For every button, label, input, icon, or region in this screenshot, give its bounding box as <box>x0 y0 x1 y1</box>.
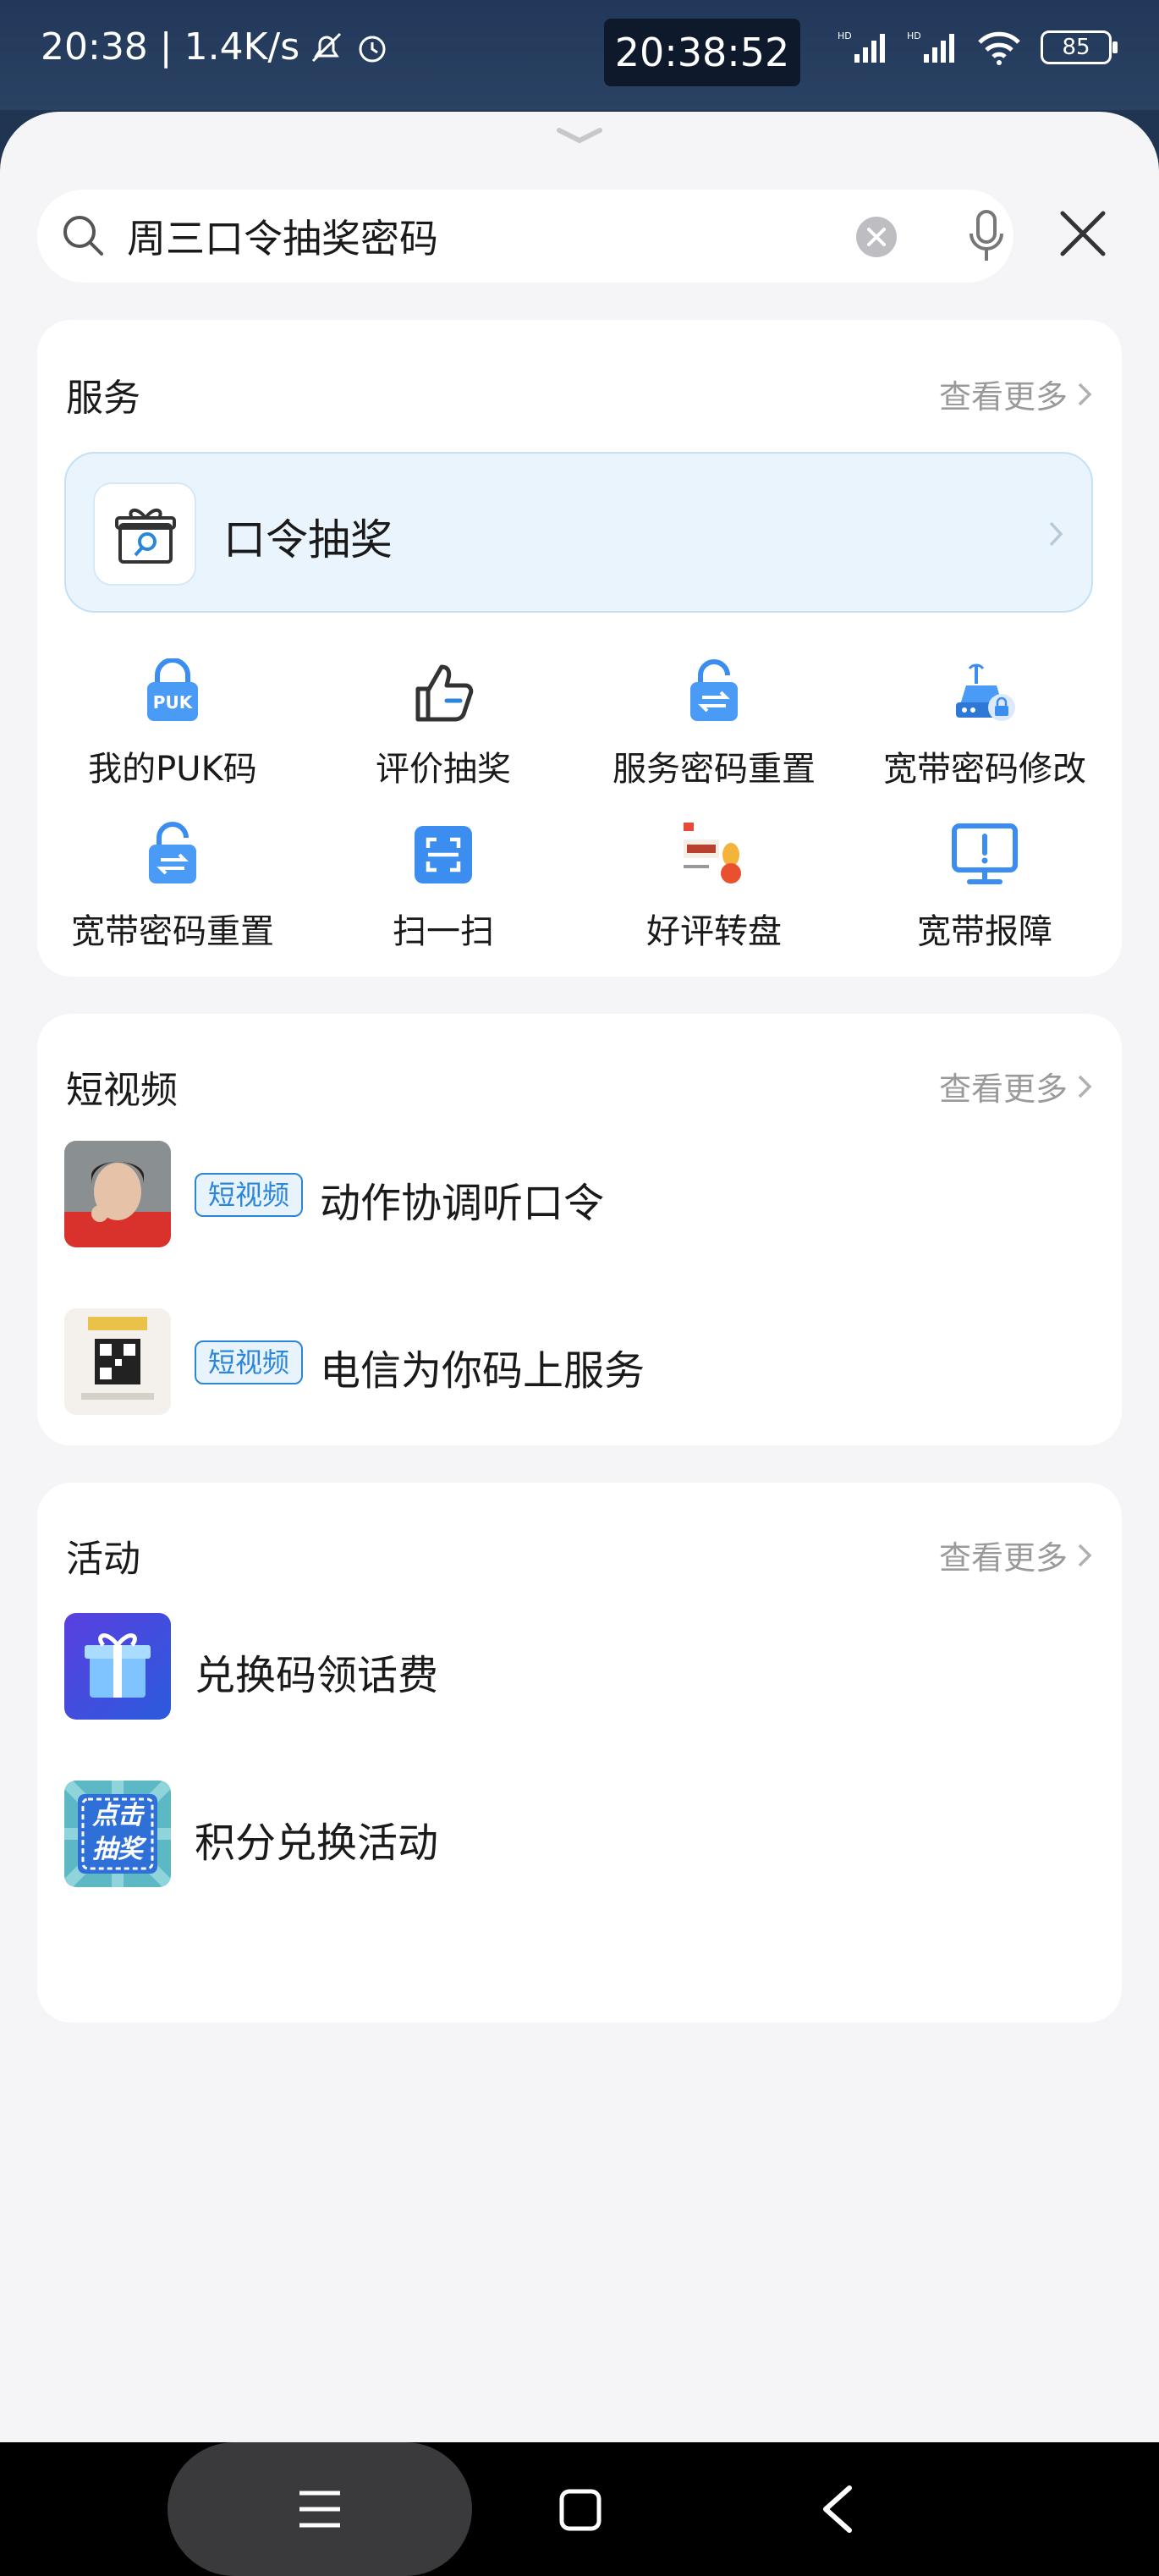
battery-indicator: 85 <box>1041 30 1118 64</box>
search-bar[interactable] <box>37 190 1013 283</box>
service-broadband-fault[interactable]: 宽带报障 <box>849 821 1120 953</box>
services-card: 服务 查看更多 口令抽奖 PUK 我的PUK码 评价抽奖 服务密码重置 宽带密码… <box>37 320 1122 977</box>
gift-search-icon <box>115 509 176 564</box>
service-broadband-fault-label: 宽带报障 <box>917 912 1052 951</box>
activity-thumbnail: 点击抽奖 <box>64 1781 171 1887</box>
svg-text:PUK: PUK <box>153 692 194 713</box>
lottery-badge-text: 点击抽奖 <box>92 1801 143 1864</box>
password-lottery-entry[interactable]: 口令抽奖 <box>64 452 1093 613</box>
lock-reset-icon <box>149 822 196 883</box>
puk-lock-icon: PUK <box>147 658 198 721</box>
service-broadband-password-reset-label: 宽带密码重置 <box>71 912 274 951</box>
service-prize-wheel-label: 好评转盘 <box>646 912 782 951</box>
services-more-link[interactable]: 查看更多 <box>939 371 1095 417</box>
gift-search-icon-box <box>93 482 196 586</box>
chevron-right-icon <box>1078 1544 1092 1566</box>
svg-text:HD: HD <box>838 30 852 41</box>
clear-icon[interactable] <box>854 215 898 259</box>
signal-icon: HD <box>838 30 885 63</box>
activities-more-label: 查看更多 <box>938 1539 1068 1577</box>
microphone-icon[interactable] <box>964 208 1008 264</box>
back-icon[interactable] <box>819 2483 854 2535</box>
video-thumbnail-image <box>64 1141 171 1247</box>
videos-more-link[interactable]: 查看更多 <box>939 1063 1095 1109</box>
service-puk-label: 我的PUK码 <box>88 750 257 789</box>
activities-title: 活动 <box>66 1538 140 1581</box>
menu-icon <box>299 2491 340 2528</box>
service-password-reset-label: 服务密码重置 <box>612 750 816 789</box>
home-icon[interactable] <box>558 2488 602 2532</box>
service-broadband-password-change-label: 宽带密码修改 <box>883 750 1086 789</box>
chevron-right-icon <box>1078 1075 1092 1098</box>
service-puk[interactable]: PUK 我的PUK码 <box>37 658 308 790</box>
password-lottery-label: 口令抽奖 <box>223 515 393 564</box>
gift-icon <box>64 1613 171 1720</box>
collapse-chevron-icon[interactable] <box>554 124 605 149</box>
router-lock-icon <box>956 663 1015 721</box>
service-scan[interactable]: 扫一扫 <box>308 821 579 953</box>
videos-title: 短视频 <box>66 1069 178 1112</box>
close-icon[interactable] <box>1056 206 1110 261</box>
service-password-reset[interactable]: 服务密码重置 <box>579 658 849 790</box>
video-title: 电信为你码上服务 <box>320 1347 645 1395</box>
services-more-label: 查看更多 <box>938 378 1068 416</box>
signal-icon-2: HD <box>907 30 954 63</box>
list-item[interactable]: 短视频 电信为你码上服务 <box>64 1308 1079 1415</box>
mute-bell-icon <box>312 32 342 62</box>
activity-thumbnail <box>64 1613 171 1720</box>
service-broadband-password-change[interactable]: 宽带密码修改 <box>849 658 1120 790</box>
status-right: HD HD 85 <box>838 29 1118 66</box>
status-clock: 20:38:52 <box>604 19 800 86</box>
video-tag: 短视频 <box>195 1340 304 1384</box>
videos-more-label: 查看更多 <box>938 1071 1068 1108</box>
video-thumbnail <box>64 1141 171 1247</box>
navigation-bar <box>0 2442 1159 2576</box>
svg-text:HD: HD <box>907 30 921 41</box>
monitor-alert-icon <box>952 823 1018 884</box>
video-title: 动作协调听口令 <box>320 1180 605 1227</box>
search-input[interactable] <box>127 206 821 266</box>
thumbs-up-icon <box>415 664 474 722</box>
services-title: 服务 <box>66 377 140 420</box>
service-review-lottery[interactable]: 评价抽奖 <box>308 658 579 790</box>
search-sheet: 服务 查看更多 口令抽奖 PUK <box>0 112 1159 2442</box>
video-tag: 短视频 <box>195 1173 304 1217</box>
activity-title: 兑换码领话费 <box>195 1652 439 1699</box>
service-prize-wheel[interactable]: 好评转盘 <box>579 821 849 953</box>
video-thumbnail <box>64 1308 171 1415</box>
status-bar: 20:38 | 1.4K/s 20:38:52 HD HD 85 <box>0 0 1159 110</box>
service-scan-label: 扫一扫 <box>393 912 494 951</box>
prize-wheel-image <box>684 823 741 883</box>
list-item[interactable]: 短视频 动作协调听口令 <box>64 1141 1079 1247</box>
alarm-icon <box>359 36 386 62</box>
search-icon <box>63 216 103 256</box>
activity-title: 积分兑换活动 <box>195 1819 439 1867</box>
videos-card: 短视频 查看更多 短视频 动作协调听口令 短视频 电信为你码上服务 <box>37 1014 1122 1445</box>
activities-card: 活动 查看更多 兑换码领话费 点击抽奖 积分兑换活动 <box>37 1483 1122 2023</box>
chevron-right-icon <box>1049 521 1063 547</box>
scan-icon <box>415 826 472 883</box>
lock-reset-icon <box>690 659 738 721</box>
wifi-icon <box>978 31 1020 65</box>
video-thumbnail-image <box>64 1308 171 1415</box>
list-item[interactable]: 兑换码领话费 <box>64 1613 1079 1720</box>
service-review-lottery-label: 评价抽奖 <box>376 750 511 789</box>
status-time-speed: 20:38 | 1.4K/s <box>41 25 300 69</box>
chevron-right-icon <box>1078 383 1092 405</box>
status-left: 20:38 | 1.4K/s <box>41 25 391 69</box>
list-item[interactable]: 点击抽奖 积分兑换活动 <box>64 1781 1079 1887</box>
activities-more-link[interactable]: 查看更多 <box>939 1532 1095 1578</box>
menu-button[interactable] <box>168 2442 472 2576</box>
service-broadband-password-reset[interactable]: 宽带密码重置 <box>37 821 308 953</box>
